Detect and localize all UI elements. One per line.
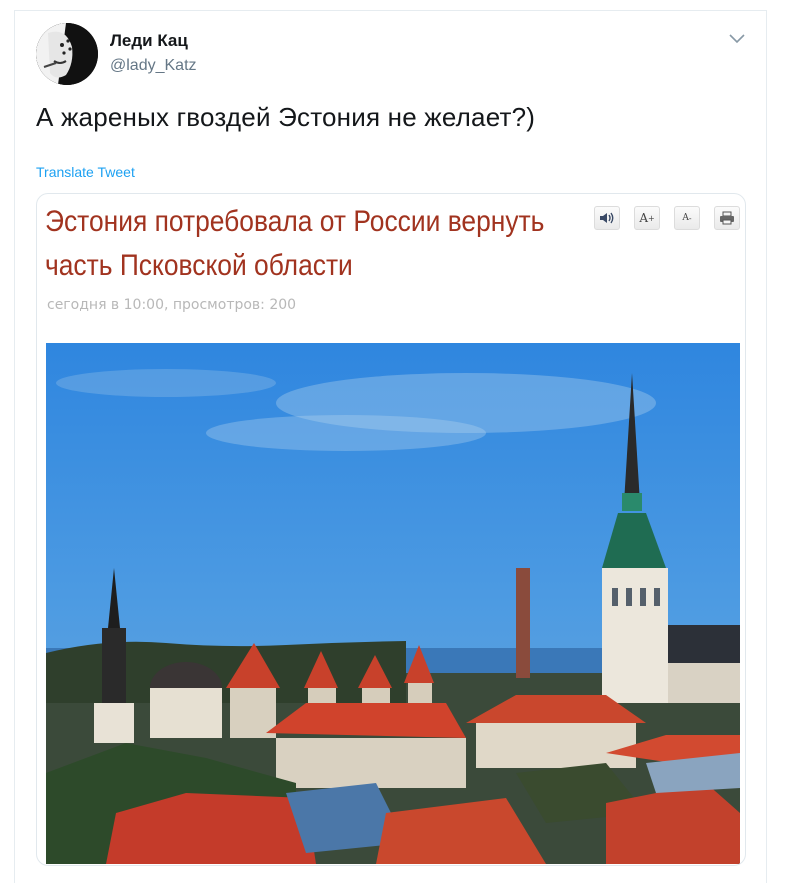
printer-icon[interactable] [714,206,740,230]
speaker-icon[interactable] [594,206,620,230]
media-card[interactable]: Эстония потребовала от России вернуть ча… [36,193,746,866]
author-handle[interactable]: @lady_Katz [110,57,197,75]
headline-line-1: Эстония потребовала от России вернуть [45,205,545,238]
font-decrease-button[interactable]: A- [674,206,700,230]
translate-tweet-link[interactable]: Translate Tweet [36,164,135,180]
chevron-down-icon[interactable] [727,31,747,47]
article-meta: сегодня в 10:00, просмотров: 200 [47,297,297,313]
article-headline: Эстония потребовала от России вернуть ча… [45,200,591,288]
avatar-image [36,23,98,85]
font-increase-label: A [639,211,648,225]
headline-line-2: часть Псковской области [45,249,353,282]
photo-illustration [46,343,740,864]
tweet-text: А жареных гвоздей Эстония не желает?) [36,102,536,132]
tallinn-skyline-image[interactable] [46,343,740,864]
author-name[interactable]: Леди Кац [110,31,188,51]
font-increase-button[interactable]: A + [634,206,660,230]
avatar[interactable] [36,23,98,85]
